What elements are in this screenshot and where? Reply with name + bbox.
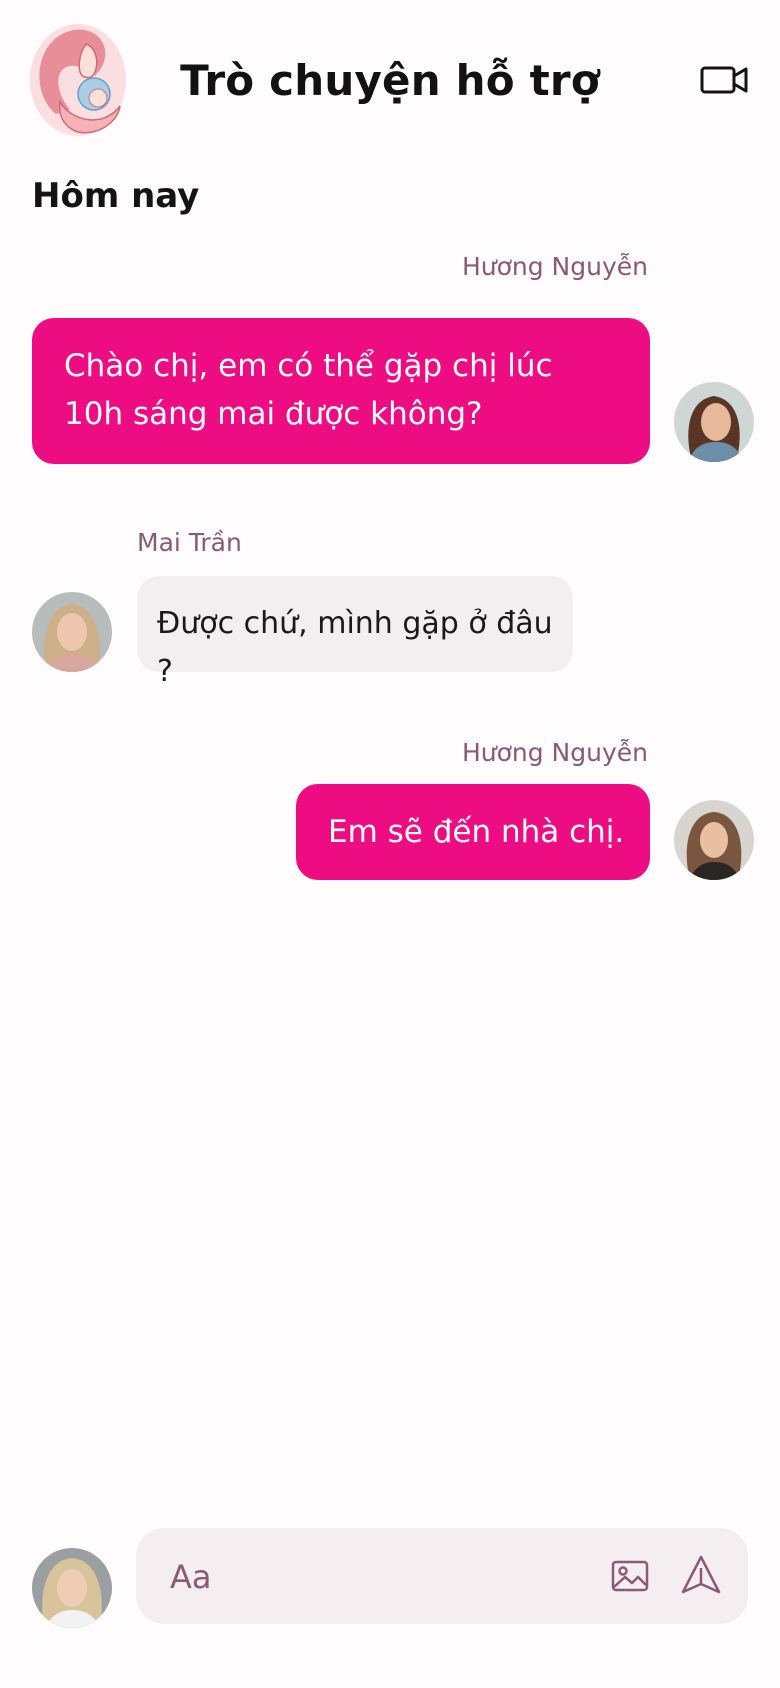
image-icon bbox=[611, 1560, 649, 1592]
page-title: Trò chuyện hỗ trợ bbox=[180, 56, 600, 105]
message-sender-name: Mai Trần bbox=[137, 528, 242, 557]
avatar[interactable] bbox=[674, 382, 754, 462]
incoming-message-bubble[interactable]: Được chứ, mình gặp ở đâu ? bbox=[137, 576, 573, 689]
current-user-avatar[interactable] bbox=[32, 1548, 112, 1628]
date-divider: Hôm nay bbox=[32, 176, 200, 216]
video-call-button[interactable] bbox=[700, 62, 750, 98]
message-sender-name: Hương Nguyễn bbox=[461, 738, 648, 767]
chat-screen: Trò chuyện hỗ trợ Hôm nay Hương Nguyễn C… bbox=[0, 0, 780, 1688]
message-text-line: Chào chị, em có thể gặp chị lúc bbox=[64, 348, 553, 384]
message-composer bbox=[136, 1528, 748, 1624]
attach-image-button[interactable] bbox=[610, 1556, 650, 1596]
mother-baby-logo-icon bbox=[26, 18, 134, 142]
outgoing-message-bubble[interactable]: Em sẽ đến nhà chị. bbox=[296, 784, 650, 880]
message-text-line: 10h sáng mai được không? bbox=[64, 396, 483, 432]
send-button[interactable] bbox=[680, 1554, 722, 1596]
avatar[interactable] bbox=[674, 800, 754, 880]
video-camera-icon bbox=[700, 66, 748, 94]
outgoing-message-bubble[interactable]: Chào chị, em có thể gặp chị lúc 10h sáng… bbox=[32, 318, 650, 464]
message-sender-name: Hương Nguyễn bbox=[461, 252, 648, 281]
send-icon bbox=[681, 1555, 721, 1594]
avatar[interactable] bbox=[32, 592, 112, 672]
message-input[interactable] bbox=[168, 1548, 572, 1606]
